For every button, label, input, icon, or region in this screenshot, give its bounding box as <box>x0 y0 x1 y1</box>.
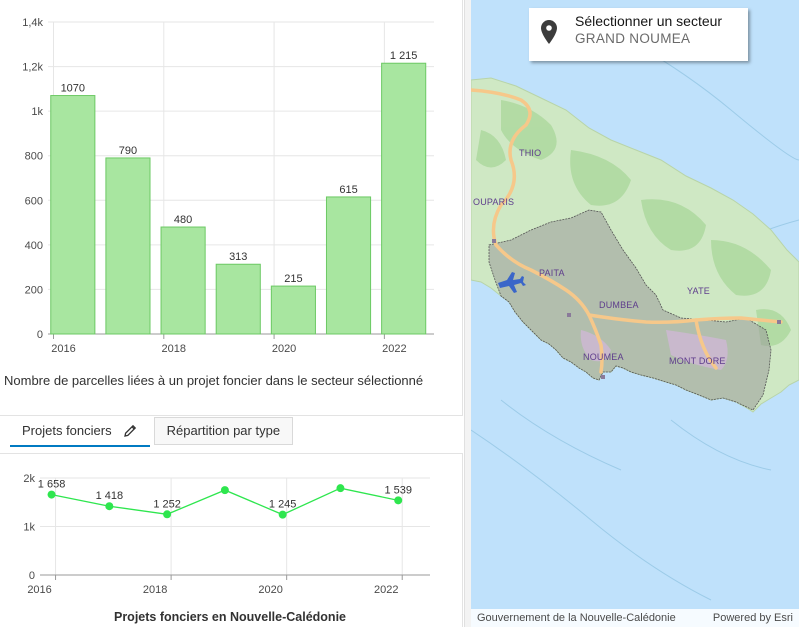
bar-data-label: 313 <box>229 251 247 263</box>
line-chart-title: Projets fonciers en Nouvelle-Calédonie <box>113 610 346 624</box>
bar-data-label: 1 215 <box>390 50 418 62</box>
bar <box>160 226 206 335</box>
y-tick-label: 400 <box>25 240 43 252</box>
place-label-mont-dore: MONT DORE <box>669 356 726 366</box>
y-tick-label: 1,4k <box>22 17 43 29</box>
data-point <box>394 496 403 505</box>
data-point <box>278 510 287 519</box>
bar-data-label: 215 <box>284 273 302 285</box>
x-tick-label: 2018 <box>162 343 186 355</box>
y-tick-label: 1k <box>31 106 43 118</box>
bar-data-label: 790 <box>119 145 137 157</box>
place-label-ouparis: OUPARIS <box>473 197 514 207</box>
place-label-noumea: NOUMEA <box>583 352 624 362</box>
point-data-label: 1 418 <box>96 490 124 502</box>
data-point <box>47 490 56 499</box>
place-label-paita: PAITA <box>539 268 565 278</box>
y-tick-label: 600 <box>25 195 43 207</box>
place-label-yate: YATE <box>687 286 710 296</box>
point-data-label: 1 658 <box>38 479 66 491</box>
point-data-label: 1 539 <box>384 484 412 496</box>
line-chart: 0 1k 2k 2016 2018 2020 2022 1 658 1 418 1 252 1 24… <box>23 473 430 596</box>
tab-label: Projets fonciers <box>22 423 112 438</box>
selector-value: GRAND NOUMEA <box>575 31 691 46</box>
y-tick-label: 800 <box>25 151 43 163</box>
x-tick-label: 2020 <box>258 584 282 596</box>
sector-selector[interactable]: Sélectionner un secteur GRAND NOUMEA <box>529 8 748 61</box>
bar <box>105 157 151 335</box>
data-point <box>105 502 114 511</box>
y-tick-label: 2k <box>23 473 35 485</box>
map-canvas[interactable]: THIO OUPARIS PAITA DUMBEA YATE NOUMEA MO… <box>471 0 799 627</box>
x-tick-label: 2020 <box>272 343 296 355</box>
map-view[interactable]: THIO OUPARIS PAITA DUMBEA YATE NOUMEA MO… <box>471 0 799 627</box>
pencil-icon[interactable] <box>122 423 138 439</box>
bar-chart-card: 0 200 400 600 800 1k 1,2k 1,4k 2016 2018 2020 2022 1… <box>0 0 463 416</box>
selector-title: Sélectionner un secteur <box>575 13 723 29</box>
bar-data-label: 480 <box>174 214 192 226</box>
bar <box>215 263 261 335</box>
y-tick-label: 0 <box>29 570 35 582</box>
data-point <box>163 510 172 519</box>
bar-data-label: 1070 <box>61 83 85 95</box>
map-attribution: Gouvernement de la Nouvelle-Calédonie Po… <box>471 609 799 627</box>
x-tick-label: 2018 <box>143 584 167 596</box>
bar-chart: 0 200 400 600 800 1k 1,2k 1,4k 2016 2018 2020 2022 1… <box>22 17 434 355</box>
panel-splitter[interactable] <box>464 0 471 627</box>
bar-data-label: 615 <box>339 184 357 196</box>
point-data-label: 1 245 <box>269 499 297 511</box>
attribution-text: Gouvernement de la Nouvelle-Calédonie <box>477 612 676 624</box>
bar-chart-caption: Nombre de parcelles liées à un projet fo… <box>4 373 424 388</box>
tab-projets-fonciers[interactable]: Projets fonciers <box>10 417 150 447</box>
left-panel: 0 200 400 600 800 1k 1,2k 1,4k 2016 2018 2020 2022 1… <box>0 0 464 627</box>
y-tick-label: 1,2k <box>22 62 43 74</box>
bar <box>270 285 316 335</box>
powered-by-esri[interactable]: Powered by Esri <box>713 609 793 627</box>
map-pin-icon <box>541 20 557 44</box>
line-chart-card: 0 1k 2k 2016 2018 2020 2022 1 658 1 418 1 252 1 24… <box>0 453 463 627</box>
tab-label: Répartition par type <box>166 423 281 438</box>
x-tick-label: 2016 <box>27 584 51 596</box>
data-point <box>220 486 229 495</box>
y-tick-label: 200 <box>25 284 43 296</box>
x-tick-label: 2016 <box>51 343 75 355</box>
bar <box>50 95 96 335</box>
place-label-thio: THIO <box>519 148 541 158</box>
chart-tabs: Projets fonciers Répartition par type <box>10 417 294 447</box>
x-tick-label: 2022 <box>374 584 398 596</box>
place-label-dumbea: DUMBEA <box>599 300 639 310</box>
point-data-label: 1 252 <box>153 498 181 510</box>
data-point <box>336 484 345 493</box>
bar <box>381 62 427 335</box>
y-tick-label: 1k <box>23 522 35 534</box>
bar <box>325 196 372 335</box>
tab-repartition-par-type[interactable]: Répartition par type <box>153 417 294 445</box>
x-tick-label: 2022 <box>382 343 406 355</box>
y-tick-label: 0 <box>37 329 43 341</box>
